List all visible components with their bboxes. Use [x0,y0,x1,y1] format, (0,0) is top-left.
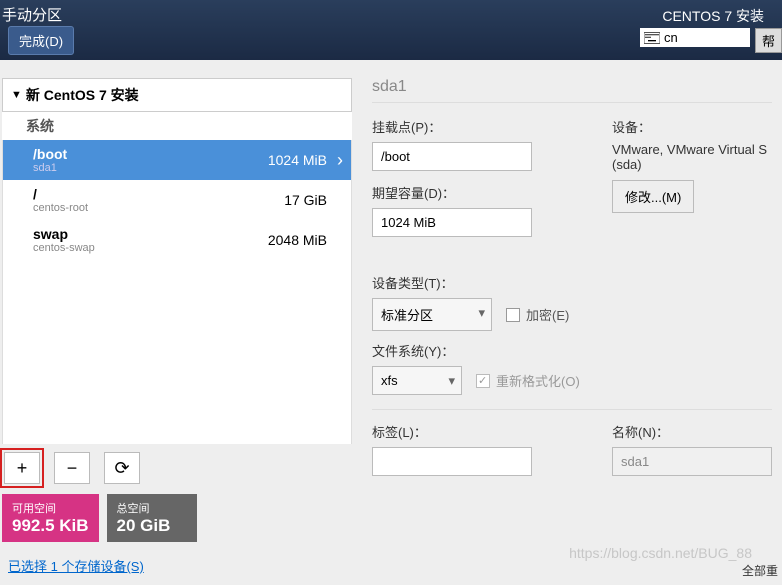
mount-point-label: 挂载点(P)： [372,117,532,136]
partition-size: 2048 MiB [268,232,327,248]
partition-item-boot[interactable]: /boot sda1 1024 MiB › [3,140,351,180]
keyboard-layout-label: cn [664,30,678,45]
device-label: 设备： [612,117,772,136]
total-space-value: 20 GiB [117,516,187,536]
partition-mount: swap [33,226,95,242]
name-label: 名称(N)： [612,422,772,441]
device-type-select[interactable]: 标准分区 [372,298,492,331]
desired-capacity-input[interactable] [372,208,532,237]
mount-point-input[interactable] [372,142,532,171]
filesystem-select[interactable]: xfs [372,366,462,395]
detail-title: sda1 [372,78,772,103]
keyboard-icon [644,32,660,44]
available-space-label: 可用空间 [12,500,89,516]
remove-partition-button[interactable]: − [54,452,90,484]
refresh-button[interactable]: ⟳ [104,452,140,484]
header: 手动分区 完成(D) CENTOS 7 安装 cn 帮 [0,0,782,60]
available-space-value: 992.5 KiB [12,516,89,536]
available-space-box: 可用空间 992.5 KiB [2,494,99,542]
reformat-label: 重新格式化(O) [496,371,580,390]
total-space-label: 总空间 [117,500,187,516]
partition-device: centos-root [33,202,88,214]
partition-item-swap[interactable]: swap centos-swap 2048 MiB [3,220,351,260]
system-label: 系统 [2,112,352,140]
keyboard-layout[interactable]: cn [640,28,750,47]
partition-size: 1024 MiB [268,152,327,168]
device-text: VMware, VMware Virtual S (sda) [612,142,772,172]
partition-list: /boot sda1 1024 MiB › / centos-root 17 G… [2,140,352,444]
filesystem-label: 文件系统(Y)： [372,341,772,360]
page-title: 手动分区 [2,4,62,25]
tag-input[interactable] [372,447,532,476]
encrypt-checkbox-row[interactable]: 加密(E) [506,305,569,324]
total-space-box: 总空间 20 GiB [107,494,197,542]
reformat-checkbox-row[interactable]: 重新格式化(O) [476,371,580,390]
encrypt-checkbox[interactable] [506,308,520,322]
installer-title: CENTOS 7 安装 [662,6,764,26]
partition-item-root[interactable]: / centos-root 17 GiB [3,180,351,220]
name-input [612,447,772,476]
reset-all-label[interactable]: 全部重 [742,562,778,579]
encrypt-label: 加密(E) [526,305,569,324]
modify-button[interactable]: 修改...(M) [612,180,694,213]
install-tree-header[interactable]: ▼ 新 CentOS 7 安装 [2,78,352,112]
storage-devices-link[interactable]: 已选择 1 个存储设备(S) [2,546,352,585]
partition-size: 17 GiB [284,192,327,208]
partition-device: centos-swap [33,242,95,254]
add-partition-button[interactable]: + [4,452,40,484]
partition-panel: ▼ 新 CentOS 7 安装 系统 /boot sda1 1024 MiB ›… [2,78,352,585]
reformat-checkbox[interactable] [476,374,490,388]
detail-panel: sda1 挂载点(P)： 期望容量(D)： 设备： VMware, VMware… [352,78,782,585]
chevron-right-icon: › [337,150,343,171]
done-button[interactable]: 完成(D) [8,26,74,55]
partition-mount: / [33,186,88,202]
tag-label: 标签(L)： [372,422,532,441]
device-type-label: 设备类型(T)： [372,273,772,292]
partition-device: sda1 [33,162,67,174]
install-tree-title: 新 CentOS 7 安装 [26,85,139,105]
desired-capacity-label: 期望容量(D)： [372,183,532,202]
chevron-down-icon: ▼ [11,89,22,101]
help-button[interactable]: 帮 [755,28,782,53]
partition-mount: /boot [33,146,67,162]
